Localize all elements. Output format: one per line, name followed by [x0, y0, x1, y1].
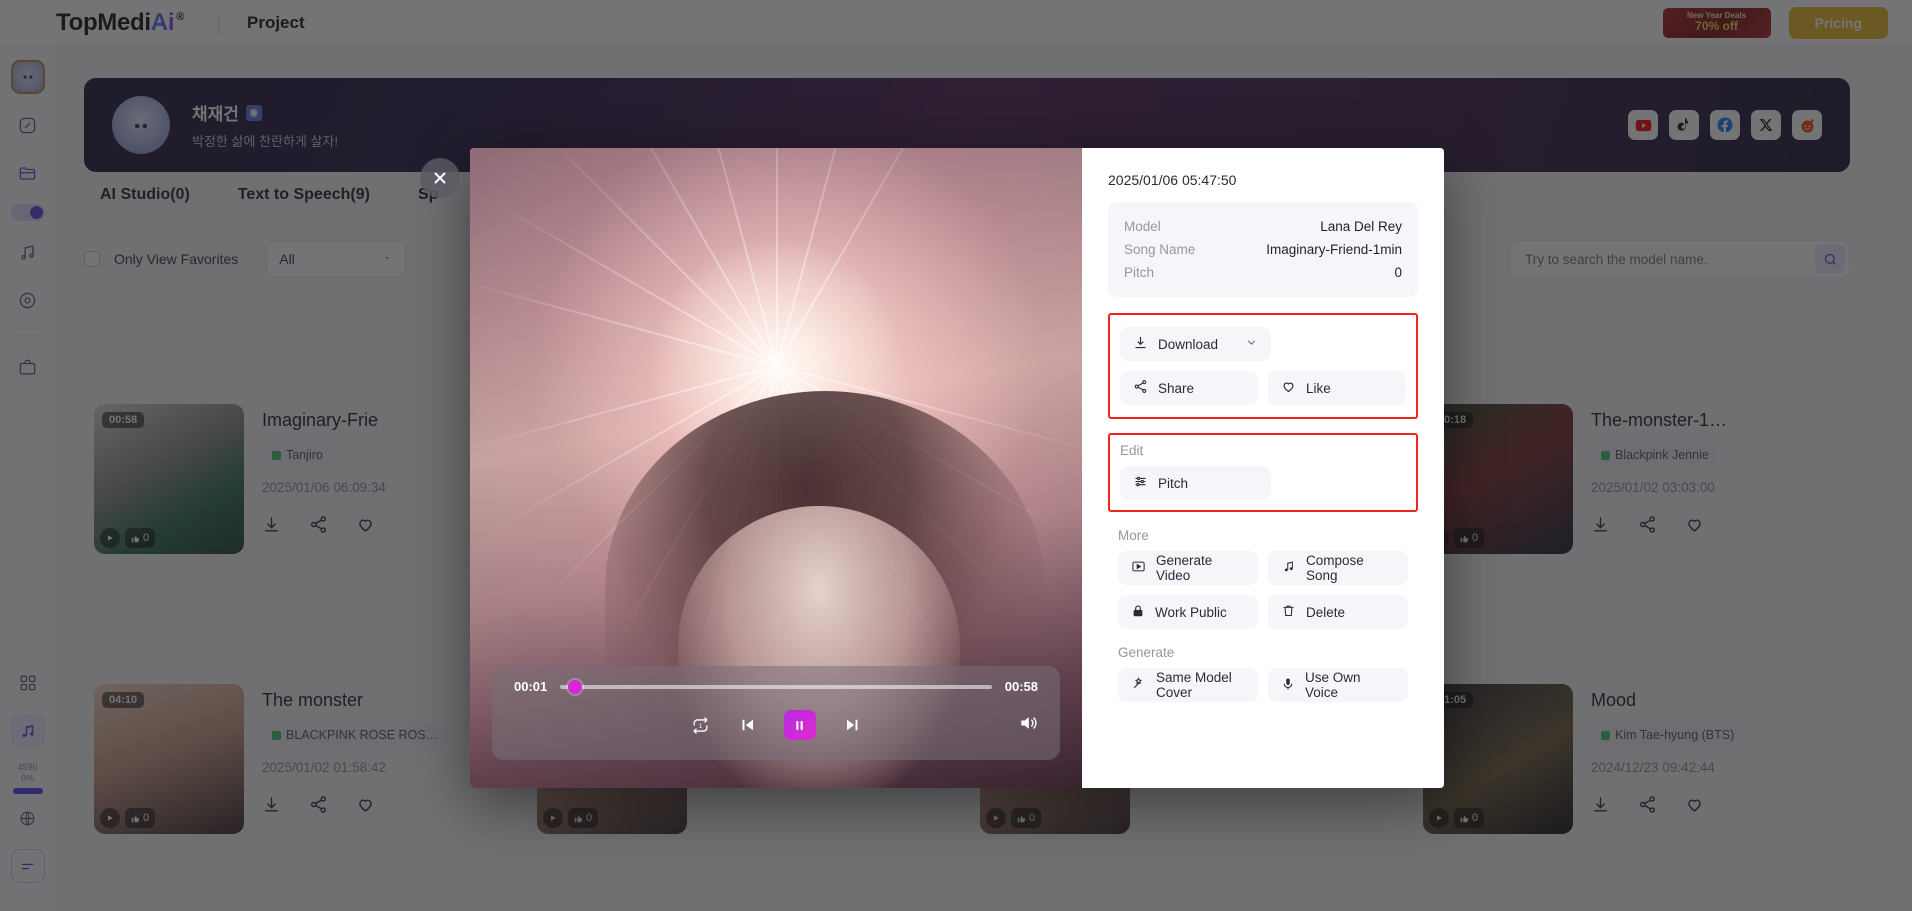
pitch-button[interactable]: Pitch [1120, 466, 1271, 500]
same-model-cover-button[interactable]: Same Model Cover [1118, 668, 1258, 702]
share-like-row: Share Like [1120, 371, 1406, 405]
more-row-1: Generate Video Compose Song [1118, 551, 1408, 585]
player-controls: 1 [514, 710, 1038, 740]
modal-details-panel: 2025/01/06 05:47:50 Model Lana Del Rey S… [1082, 148, 1444, 788]
download-icon [1133, 335, 1148, 353]
pause-button[interactable] [783, 710, 816, 740]
like-heart-icon [1281, 379, 1296, 397]
meta-key-pitch: Pitch [1124, 265, 1155, 280]
lock-icon [1131, 604, 1145, 621]
magic-wand-icon [1131, 676, 1146, 694]
music-note-icon [1281, 559, 1296, 577]
microphone-icon [1281, 677, 1295, 694]
delete-label: Delete [1306, 604, 1346, 620]
generate-video-button[interactable]: Generate Video [1118, 551, 1258, 585]
generate-section: Generate Same Model Cover Use Own Voice [1108, 645, 1418, 702]
download-row: Download [1120, 327, 1406, 361]
more-row-2: Work Public Delete [1118, 595, 1408, 629]
meta-value-song-name: Imaginary-Friend-1min [1266, 242, 1402, 257]
edit-section: Edit Pitch [1108, 433, 1418, 512]
player-current-time: 00:01 [514, 679, 548, 694]
previous-track-icon[interactable] [738, 716, 756, 734]
meta-key-song-name: Song Name [1124, 242, 1196, 257]
close-icon[interactable] [420, 158, 460, 198]
track-created-date: 2025/01/06 05:47:50 [1108, 172, 1237, 188]
download-label: Download [1158, 336, 1219, 352]
generate-row: Same Model Cover Use Own Voice [1118, 668, 1408, 702]
next-track-icon[interactable] [844, 716, 862, 734]
work-public-button[interactable]: Work Public [1118, 595, 1258, 629]
generate-video-label: Generate Video [1156, 553, 1213, 583]
more-section-label: More [1118, 528, 1149, 543]
use-own-voice-button[interactable]: Use Own Voice [1268, 668, 1408, 702]
same-model-cover-label: Same Model Cover [1156, 670, 1232, 700]
track-metadata-table: Model Lana Del Rey Song Name Imaginary-F… [1108, 202, 1418, 297]
trash-icon [1281, 603, 1296, 621]
audio-player: 00:01 00:58 1 [492, 666, 1060, 760]
like-label: Like [1306, 380, 1331, 396]
edit-section-label: Edit [1120, 443, 1144, 458]
meta-row-song-name: Song Name Imaginary-Friend-1min [1124, 238, 1402, 261]
share-button[interactable]: Share [1120, 371, 1258, 405]
meta-value-model: Lana Del Rey [1320, 219, 1402, 234]
player-seek-bar[interactable] [560, 679, 992, 694]
video-icon [1131, 559, 1146, 577]
meta-key-model: Model [1124, 219, 1161, 234]
use-own-voice-label: Use Own Voice [1305, 670, 1361, 700]
svg-text:1: 1 [698, 722, 702, 729]
pitch-label: Pitch [1158, 475, 1189, 491]
more-section: More Generate Video Compose Song Work Pu… [1108, 528, 1418, 629]
download-button[interactable]: Download [1120, 327, 1271, 361]
like-button[interactable]: Like [1268, 371, 1406, 405]
repeat-one-icon[interactable]: 1 [691, 716, 710, 735]
compose-song-button[interactable]: Compose Song [1268, 551, 1408, 585]
edit-row: Pitch [1120, 466, 1406, 500]
generate-section-label: Generate [1118, 645, 1175, 660]
track-detail-modal: 00:01 00:58 1 2025/01/06 05:47:50 Model … [470, 148, 1444, 788]
delete-button[interactable]: Delete [1268, 595, 1408, 629]
work-public-label: Work Public [1155, 604, 1227, 620]
primary-actions-group: Download Share Like [1108, 313, 1418, 419]
volume-icon[interactable] [1018, 713, 1038, 738]
chevron-down-icon [1245, 336, 1258, 352]
share-icon [1133, 379, 1148, 397]
player-total-time: 00:58 [1004, 679, 1038, 694]
share-label: Share [1158, 380, 1195, 396]
modal-artwork-panel: 00:01 00:58 1 [470, 148, 1082, 788]
meta-row-model: Model Lana Del Rey [1124, 215, 1402, 238]
meta-row-pitch: Pitch 0 [1124, 261, 1402, 284]
player-seek-handle[interactable] [567, 679, 582, 694]
compose-song-label: Compose Song [1306, 553, 1364, 583]
player-progress-row: 00:01 00:58 [514, 679, 1038, 694]
meta-value-pitch: 0 [1394, 265, 1402, 280]
sliders-icon [1133, 474, 1148, 492]
